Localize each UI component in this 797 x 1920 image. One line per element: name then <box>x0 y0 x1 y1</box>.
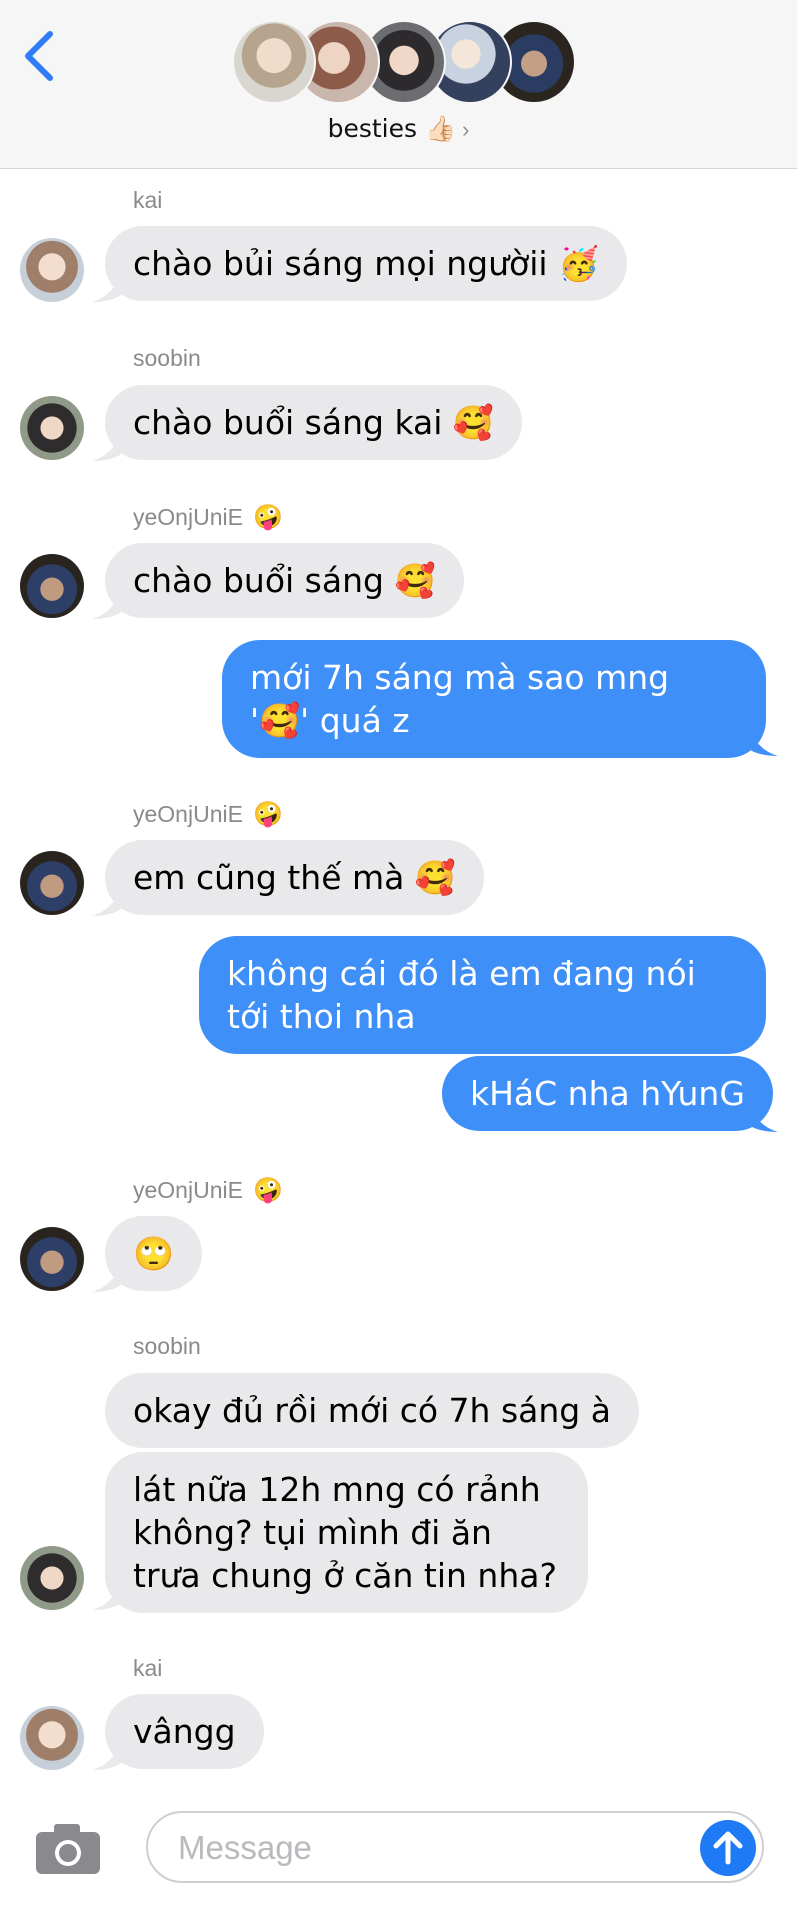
message-bubble[interactable]: vângg <box>105 1694 264 1769</box>
avatar <box>232 20 316 104</box>
message-bubble[interactable]: chào buổi sáng 🥰 <box>105 543 464 618</box>
sender-name: yeOnjUniE 🤪 <box>133 503 283 531</box>
message-bubble[interactable]: chào buổi sáng kai 🥰 <box>105 385 522 460</box>
avatar <box>20 1706 84 1770</box>
sender-emoji: 🤪 <box>252 800 283 828</box>
message-bubble-outgoing[interactable]: kHáC nha hYunG <box>442 1056 773 1131</box>
chevron-right-icon: › <box>462 117 470 142</box>
sender-name: yeOnjUniE 🤪 <box>133 800 283 828</box>
conversation-header: besties 👍🏻 › <box>0 0 797 169</box>
sender-name: kai <box>133 1655 163 1681</box>
message-bubble[interactable]: lát nữa 12h mng có rảnh không? tụi mình … <box>105 1452 588 1613</box>
avatar <box>20 1546 84 1610</box>
avatar <box>20 851 84 915</box>
send-button[interactable] <box>700 1820 756 1876</box>
sender-name: kai <box>133 187 163 213</box>
message-bubble[interactable]: chào bủi sáng mọi ngườii 🥳 <box>105 226 628 301</box>
avatar <box>20 554 84 618</box>
sender-name: soobin <box>133 1333 201 1359</box>
chevron-left-icon[interactable] <box>20 28 60 84</box>
message-bubble-outgoing[interactable]: không cái đó là em đang nói tới thoi nha <box>199 936 766 1054</box>
sender-name: yeOnjUniE 🤪 <box>133 1176 283 1204</box>
message-bubble[interactable]: 🙄 <box>105 1216 203 1291</box>
camera-icon[interactable] <box>34 1820 102 1876</box>
avatar <box>20 1227 84 1291</box>
group-name-label: besties 👍🏻 <box>327 114 457 143</box>
message-input[interactable]: Message <box>146 1811 764 1883</box>
avatar <box>20 396 84 460</box>
message-bubble[interactable]: okay đủ rồi mới có 7h sáng à <box>105 1373 639 1448</box>
group-avatars[interactable] <box>232 20 576 106</box>
message-bubble[interactable]: em cũng thế mà 🥰 <box>105 840 484 915</box>
message-bubble-outgoing[interactable]: mới 7h sáng mà sao mng '🥰' quá z <box>222 640 766 758</box>
arrow-up-icon <box>713 1831 743 1865</box>
sender-emoji: 🤪 <box>252 503 283 531</box>
group-title[interactable]: besties 👍🏻 › <box>0 114 797 144</box>
sender-name: soobin <box>133 345 201 371</box>
avatar <box>20 238 84 302</box>
sender-emoji: 🤪 <box>252 1176 283 1204</box>
message-placeholder: Message <box>178 1829 312 1866</box>
